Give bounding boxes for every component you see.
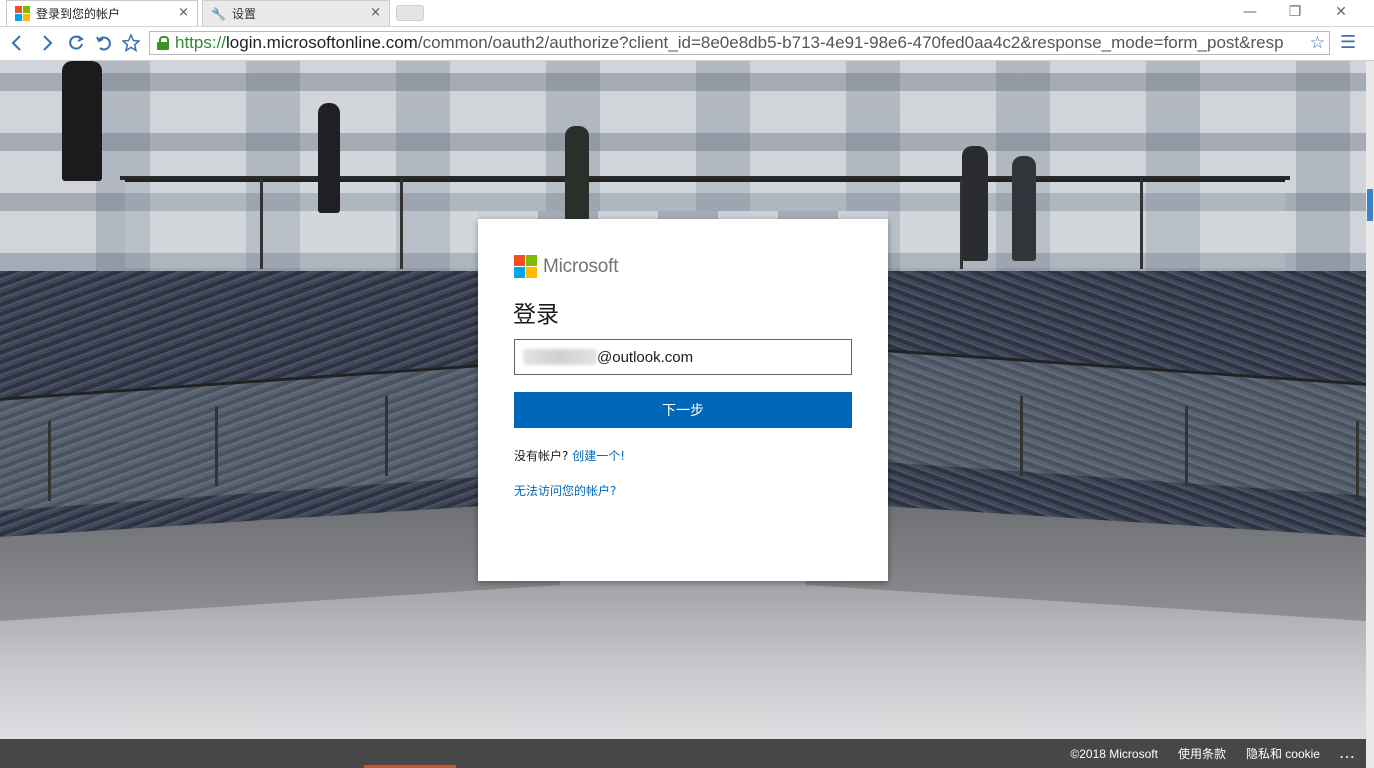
brand-name: Microsoft <box>543 255 619 277</box>
tab-settings[interactable]: 🔧 设置 × <box>202 0 390 26</box>
background-post <box>1140 179 1143 269</box>
favorite-star-icon[interactable]: ☆ <box>1310 33 1325 53</box>
wrench-icon: 🔧 <box>211 6 226 21</box>
microsoft-logo-icon <box>514 255 537 278</box>
background-post <box>260 179 263 269</box>
no-account-text: 没有帐户? <box>514 449 569 463</box>
cant-access-row: 无法访问您的帐户? <box>514 482 616 499</box>
new-tab-button[interactable] <box>396 5 424 21</box>
forward-icon[interactable] <box>36 32 58 54</box>
create-account-link[interactable]: 创建一个! <box>572 449 625 463</box>
minimize-icon[interactable]: — <box>1240 4 1260 20</box>
privacy-link[interactable]: 隐私和 cookie <box>1246 745 1320 762</box>
url-host: login.microsoftonline.com <box>226 33 418 52</box>
restore-icon[interactable]: ❐ <box>1285 4 1305 20</box>
tab-close-icon[interactable]: × <box>178 6 189 20</box>
scrollbar[interactable] <box>1366 61 1374 768</box>
no-account-row: 没有帐户? 创建一个! <box>514 447 625 464</box>
microsoft-favicon-icon <box>15 6 30 21</box>
navigation-bar: https://login.microsoftonline.com/common… <box>0 27 1374 61</box>
background-person <box>1012 156 1036 261</box>
url-scheme: https:// <box>175 33 227 52</box>
cant-access-link[interactable]: 无法访问您的帐户? <box>514 484 616 498</box>
menu-icon[interactable]: ☰ <box>1340 32 1356 53</box>
scrollbar-thumb[interactable] <box>1367 189 1373 221</box>
tab-title: 设置 <box>231 7 256 21</box>
next-button[interactable]: 下一步 <box>514 392 852 428</box>
page-title: 登录 <box>513 302 559 328</box>
back-icon[interactable] <box>6 32 28 54</box>
reload-icon[interactable] <box>65 32 87 54</box>
tab-strip: 登录到您的帐户 × 🔧 设置 × — ❐ ✕ <box>0 0 1374 27</box>
background-post <box>1020 396 1023 476</box>
undo-icon[interactable] <box>93 32 115 54</box>
background-post <box>400 179 403 269</box>
background-person <box>62 61 102 181</box>
more-options-icon[interactable]: ... <box>1340 747 1356 761</box>
page-background: Microsoft 登录 @outlook.com 下一步 没有帐户? 创建一个… <box>0 61 1366 739</box>
footer: ©2018 Microsoft 使用条款 隐私和 cookie ... <box>0 739 1366 768</box>
background-post <box>1185 406 1188 486</box>
address-bar[interactable]: https://login.microsoftonline.com/common… <box>149 31 1330 55</box>
email-value: @outlook.com <box>597 348 694 366</box>
url-path: /common/oauth2/authorize?client_id=8e0e8… <box>417 33 1284 52</box>
close-window-icon[interactable]: ✕ <box>1331 4 1351 20</box>
terms-link[interactable]: 使用条款 <box>1178 745 1226 762</box>
brand: Microsoft <box>514 255 618 278</box>
background-person <box>565 126 589 221</box>
tab-signin[interactable]: 登录到您的帐户 × <box>6 0 198 26</box>
background-person <box>318 103 340 213</box>
redacted-username <box>523 349 597 365</box>
background-post <box>215 406 218 486</box>
email-field[interactable]: @outlook.com <box>514 339 852 375</box>
tab-title: 登录到您的帐户 <box>36 7 121 21</box>
signin-card: Microsoft 登录 @outlook.com 下一步 没有帐户? 创建一个… <box>478 219 888 581</box>
background-post <box>385 396 388 476</box>
lock-icon <box>156 36 170 50</box>
background-person <box>962 146 988 261</box>
url-text[interactable]: https://login.microsoftonline.com/common… <box>175 33 1303 53</box>
background-post <box>48 421 51 501</box>
bookmark-star-icon[interactable] <box>120 32 142 54</box>
copyright: ©2018 Microsoft <box>1070 746 1158 761</box>
tab-close-icon[interactable]: × <box>370 6 381 20</box>
background-post <box>1356 421 1359 501</box>
